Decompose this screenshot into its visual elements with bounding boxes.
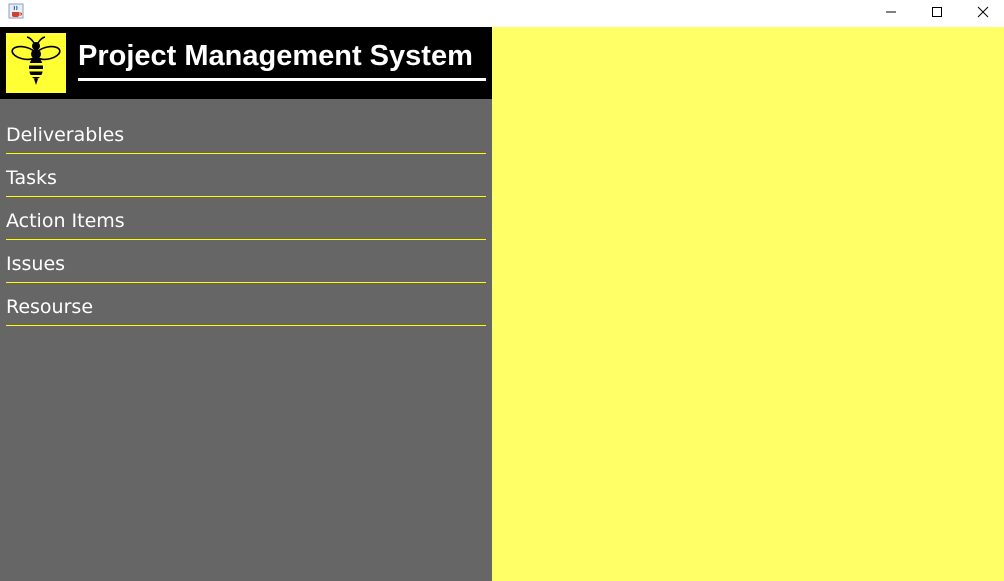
maximize-button[interactable] bbox=[914, 0, 960, 24]
app-header: Project Management System bbox=[0, 27, 492, 99]
close-icon bbox=[977, 3, 989, 22]
minimize-button[interactable] bbox=[868, 0, 914, 24]
sidebar-nav: Deliverables Tasks Action Items Issues R… bbox=[6, 111, 486, 326]
title-underline bbox=[78, 78, 486, 81]
sidebar-item-label: Resourse bbox=[6, 296, 94, 318]
sidebar: Deliverables Tasks Action Items Issues R… bbox=[0, 99, 492, 581]
minimize-icon bbox=[885, 3, 897, 22]
sidebar-item-issues[interactable]: Issues bbox=[6, 240, 486, 283]
sidebar-item-tasks[interactable]: Tasks bbox=[6, 154, 486, 197]
title-bar[interactable] bbox=[0, 0, 1004, 27]
sidebar-item-label: Tasks bbox=[6, 167, 57, 189]
sidebar-item-resourse[interactable]: Resourse bbox=[6, 283, 486, 326]
java-cup-icon bbox=[8, 3, 24, 19]
logo bbox=[6, 33, 66, 93]
close-button[interactable] bbox=[960, 0, 1004, 24]
app-window: Project Management System Deliverables T… bbox=[0, 0, 1004, 581]
sidebar-item-action-items[interactable]: Action Items bbox=[6, 197, 486, 240]
sidebar-item-label: Issues bbox=[6, 253, 66, 275]
maximize-icon bbox=[931, 3, 943, 22]
sidebar-item-label: Action Items bbox=[6, 210, 125, 232]
app-title: Project Management System bbox=[78, 40, 473, 72]
content-panel bbox=[492, 27, 1004, 581]
sidebar-item-label: Deliverables bbox=[6, 124, 125, 146]
bee-icon bbox=[9, 34, 63, 92]
sidebar-item-deliverables[interactable]: Deliverables bbox=[6, 111, 486, 154]
